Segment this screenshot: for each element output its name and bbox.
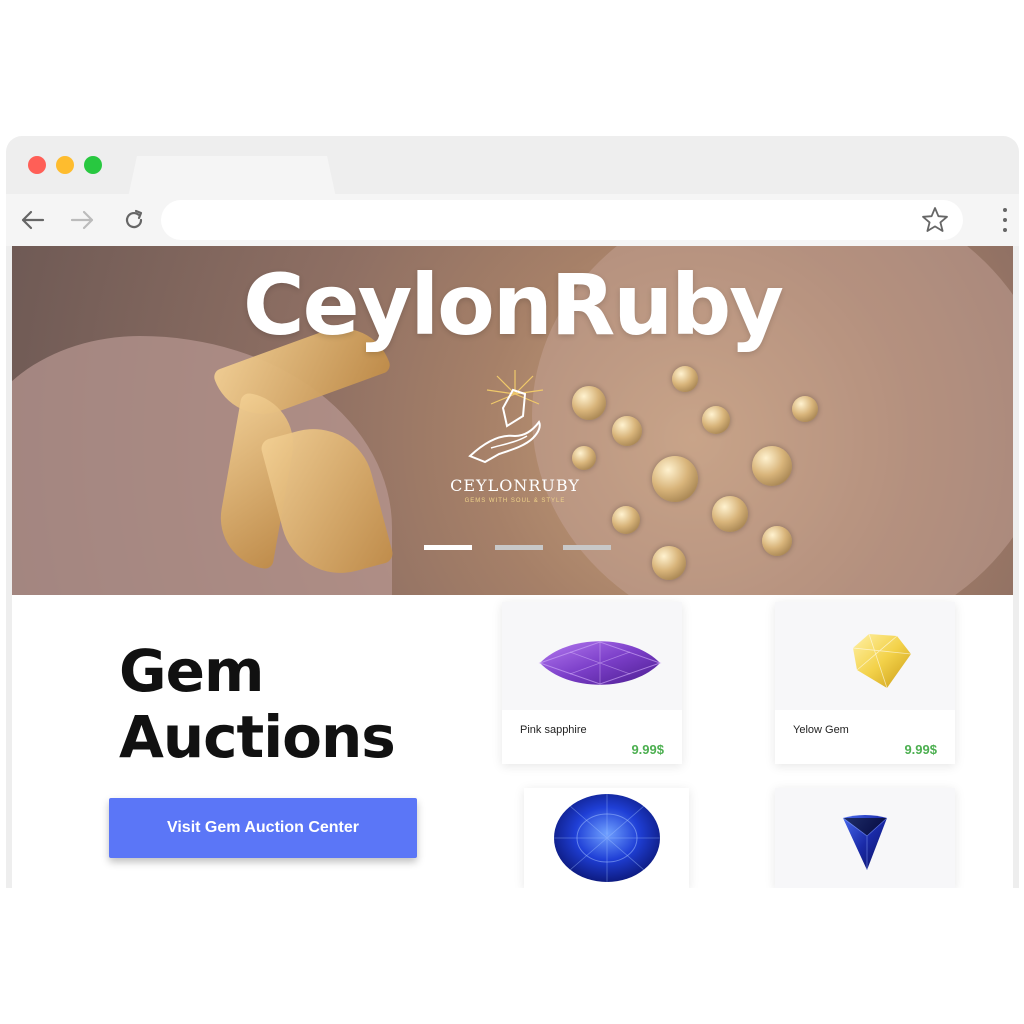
product-price: 9.99$	[631, 742, 664, 757]
minimize-window-dot[interactable]	[56, 156, 74, 174]
jewel-bead	[612, 416, 642, 446]
logo-wordmark: CEYLONRUBY	[450, 476, 580, 495]
visit-auction-center-button[interactable]: Visit Gem Auction Center	[109, 798, 417, 858]
jewel-bead	[652, 456, 698, 502]
purple-marquise-gem-icon	[538, 641, 662, 685]
product-name: Pink sapphire	[520, 724, 587, 736]
address-bar[interactable]	[161, 200, 963, 240]
section-headline: Gem Auctions	[119, 637, 396, 771]
product-name: Yelow Gem	[793, 724, 849, 736]
forward-icon[interactable]	[69, 206, 97, 234]
page-viewport: CeylonRuby CEYLONRUBY GEMS WITH SOUL & S…	[12, 246, 1013, 888]
yellow-diamond-gem-icon	[852, 633, 912, 689]
blue-oval-sapphire-icon	[554, 794, 660, 882]
slide-indicator-3[interactable]	[563, 545, 611, 550]
product-price: 9.99$	[904, 742, 937, 757]
hero-title: CeylonRuby	[242, 256, 784, 354]
blue-trillion-gem-icon	[842, 815, 888, 870]
jewel-bead	[762, 526, 792, 556]
product-card[interactable]	[524, 788, 689, 888]
jewel-bead	[672, 366, 698, 392]
jewel-bead	[612, 506, 640, 534]
browser-window: CeylonRuby CEYLONRUBY GEMS WITH SOUL & S…	[6, 136, 1019, 888]
close-window-dot[interactable]	[28, 156, 46, 174]
jewel-bead	[652, 546, 686, 580]
jewel-bead	[752, 446, 792, 486]
headline-line-2: Auctions	[119, 703, 396, 771]
bookmark-star-icon[interactable]	[921, 206, 949, 239]
slide-indicator-2[interactable]	[495, 545, 543, 550]
product-card[interactable]	[775, 788, 955, 888]
hero-banner: CeylonRuby CEYLONRUBY GEMS WITH SOUL & S…	[12, 246, 1013, 595]
product-card[interactable]: Pink sapphire 9.99$	[502, 602, 682, 764]
slide-indicator-1[interactable]	[424, 545, 472, 550]
hand-crystal-icon	[468, 370, 544, 464]
maximize-window-dot[interactable]	[84, 156, 102, 174]
browser-toolbar	[6, 194, 1019, 246]
jewel-bead	[712, 496, 748, 532]
jewel-bead	[702, 406, 730, 434]
brand-logo: CEYLONRUBY GEMS WITH SOUL & STYLE	[445, 364, 585, 514]
product-card[interactable]: Yelow Gem 9.99$	[775, 602, 955, 764]
jewel-bead	[792, 396, 818, 422]
browser-menu-icon[interactable]	[997, 206, 1013, 234]
logo-tagline: GEMS WITH SOUL & STYLE	[464, 498, 566, 504]
headline-line-1: Gem	[119, 637, 264, 705]
reload-icon[interactable]	[120, 206, 148, 234]
back-icon[interactable]	[18, 206, 46, 234]
